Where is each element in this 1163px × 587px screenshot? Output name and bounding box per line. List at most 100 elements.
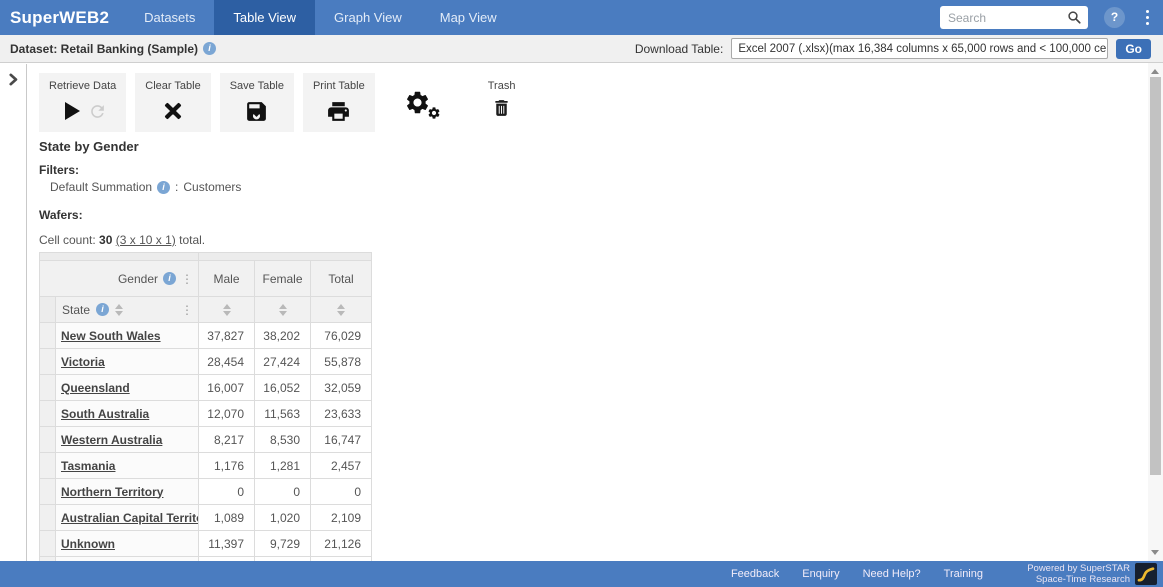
column-header-female[interactable]: Female (255, 261, 311, 296)
clear-x-icon (161, 99, 185, 123)
column-header-total[interactable]: Total (311, 261, 371, 296)
navbar-tab-table-view[interactable]: Table View (214, 0, 315, 35)
save-table-button[interactable]: Save Table (220, 73, 294, 132)
value-cell: 55,878 (311, 349, 371, 374)
table-row: Tasmania 1,1761,2812,457 (40, 453, 371, 479)
table-row: Australian Capital Territory 1,0891,0202… (40, 505, 371, 531)
value-cell: 11,563 (255, 401, 311, 426)
row-group-header[interactable]: State (56, 297, 199, 322)
column-group-header[interactable]: Gender (40, 261, 199, 296)
wafers-label: Wafers: (39, 208, 83, 222)
scroll-up-icon[interactable] (1151, 69, 1159, 74)
sort-arrows-icon[interactable] (115, 304, 123, 316)
overflow-menu-icon[interactable] (1145, 9, 1150, 26)
dataset-title: Dataset: Retail Banking (Sample) (10, 42, 198, 56)
column-header-male[interactable]: Male (199, 261, 255, 296)
table-options-button[interactable] (404, 89, 446, 125)
value-cell: 16,052 (255, 375, 311, 400)
download-controls: Download Table: Excel 2007 (.xlsx)(max 1… (635, 38, 1151, 59)
footer-link-training[interactable]: Training (944, 568, 983, 580)
download-format-select[interactable]: Excel 2007 (.xlsx)(max 16,384 columns x … (731, 38, 1108, 59)
refresh-icon (88, 102, 107, 121)
row-label-link-unknown[interactable]: Unknown (61, 537, 115, 551)
row-gutter (40, 297, 56, 322)
row-label-cell: Northern Territory (56, 479, 199, 504)
value-cell: 1,089 (199, 505, 255, 530)
expand-sidebar-icon[interactable] (7, 73, 20, 86)
table-toolbar: Retrieve Data Clear Table Save Table Pri… (39, 73, 515, 132)
row-label-link-south-australia[interactable]: South Australia (61, 407, 149, 421)
filter-value: Customers (183, 180, 241, 194)
row-label-link-northern-territory[interactable]: Northern Territory (61, 485, 163, 499)
navbar-tab-map-view[interactable]: Map View (421, 0, 516, 35)
print-table-button[interactable]: Print Table (303, 73, 375, 132)
row-label-link-queensland[interactable]: Queensland (61, 381, 130, 395)
filter-info-icon[interactable] (157, 181, 170, 194)
footer-link-feedback[interactable]: Feedback (731, 568, 779, 580)
filter-name: Default Summation (50, 180, 152, 194)
row-label-link-new-south-wales[interactable]: New South Wales (61, 329, 161, 343)
app-logo: SuperWEB2 (0, 0, 109, 35)
navbar-tab-graph-view[interactable]: Graph View (315, 0, 421, 35)
row-gutter (40, 349, 56, 374)
scroll-down-icon[interactable] (1151, 550, 1159, 555)
row-gutter (40, 427, 56, 452)
navbar-tab-datasets[interactable]: Datasets (125, 0, 214, 35)
help-icon[interactable] (1104, 7, 1125, 28)
powered-line1: Powered by SuperSTAR (1027, 563, 1130, 574)
row-gutter (40, 453, 56, 478)
row-gutter (40, 323, 56, 348)
value-cell: 32,059 (311, 375, 371, 400)
cell-count-link[interactable]: (3 x 10 x 1) (116, 233, 176, 247)
table-body: New South Wales 37,82738,20276,029 Victo… (40, 323, 371, 557)
table-row: Unknown 11,3979,72921,126 (40, 531, 371, 557)
column-sort-cell[interactable] (311, 297, 371, 322)
footer-link-need-help[interactable]: Need Help? (863, 568, 921, 580)
navbar-tabs: DatasetsTable ViewGraph ViewMap View (125, 0, 515, 35)
row-menu-icon[interactable] (181, 304, 198, 316)
sort-arrows-icon[interactable] (337, 304, 345, 316)
cell-count-line: Cell count: 30 (3 x 10 x 1) total. (39, 233, 205, 247)
trash-icon (491, 96, 512, 120)
row-label-cell: Tasmania (56, 453, 199, 478)
row-label-link-tasmania[interactable]: Tasmania (61, 459, 115, 473)
value-cell: 16,007 (199, 375, 255, 400)
row-label-link-australian-capital-territory[interactable]: Australian Capital Territory (61, 511, 199, 525)
column-sort-cell[interactable] (255, 297, 311, 322)
footer-link-enquiry[interactable]: Enquiry (802, 568, 839, 580)
column-menu-icon[interactable] (181, 273, 193, 285)
row-label-cell: Western Australia (56, 427, 199, 452)
state-info-icon[interactable] (96, 303, 109, 316)
save-table-label: Save Table (230, 80, 284, 92)
footer-bar: Feedback Enquiry Need Help? Training Powere… (0, 561, 1163, 587)
search-input[interactable] (940, 11, 1067, 25)
footer-links: Feedback Enquiry Need Help? Training (731, 561, 983, 587)
scrollbar-thumb[interactable] (1150, 77, 1161, 475)
value-cell: 37,827 (199, 323, 255, 348)
search-icon[interactable] (1067, 10, 1082, 25)
value-cell: 2,109 (311, 505, 371, 530)
trash-button[interactable]: Trash (488, 73, 516, 125)
sort-arrows-icon[interactable] (279, 304, 287, 316)
vertical-scrollbar[interactable] (1148, 63, 1163, 561)
print-icon (326, 99, 351, 124)
play-icon (59, 99, 83, 123)
retrieve-data-button[interactable]: Retrieve Data (39, 73, 126, 132)
row-label-link-western-australia[interactable]: Western Australia (61, 433, 162, 447)
superstar-logo-icon (1135, 563, 1157, 585)
gender-info-icon[interactable] (163, 272, 176, 285)
sort-arrows-icon[interactable] (223, 304, 231, 316)
cell-count-value: 30 (99, 233, 112, 247)
retrieve-data-label: Retrieve Data (49, 80, 116, 92)
row-label-cell: Unknown (56, 531, 199, 556)
clear-table-button[interactable]: Clear Table (135, 73, 210, 132)
filter-line: Default Summation : Customers (50, 180, 241, 194)
trash-label: Trash (488, 80, 516, 92)
dataset-info-icon[interactable] (203, 42, 216, 55)
column-group-label: Gender (118, 272, 158, 286)
row-label-link-victoria[interactable]: Victoria (61, 355, 105, 369)
value-cell: 76,029 (311, 323, 371, 348)
column-sort-cell[interactable] (199, 297, 255, 322)
state-header-row: State (40, 297, 371, 323)
go-button[interactable]: Go (1116, 39, 1151, 59)
